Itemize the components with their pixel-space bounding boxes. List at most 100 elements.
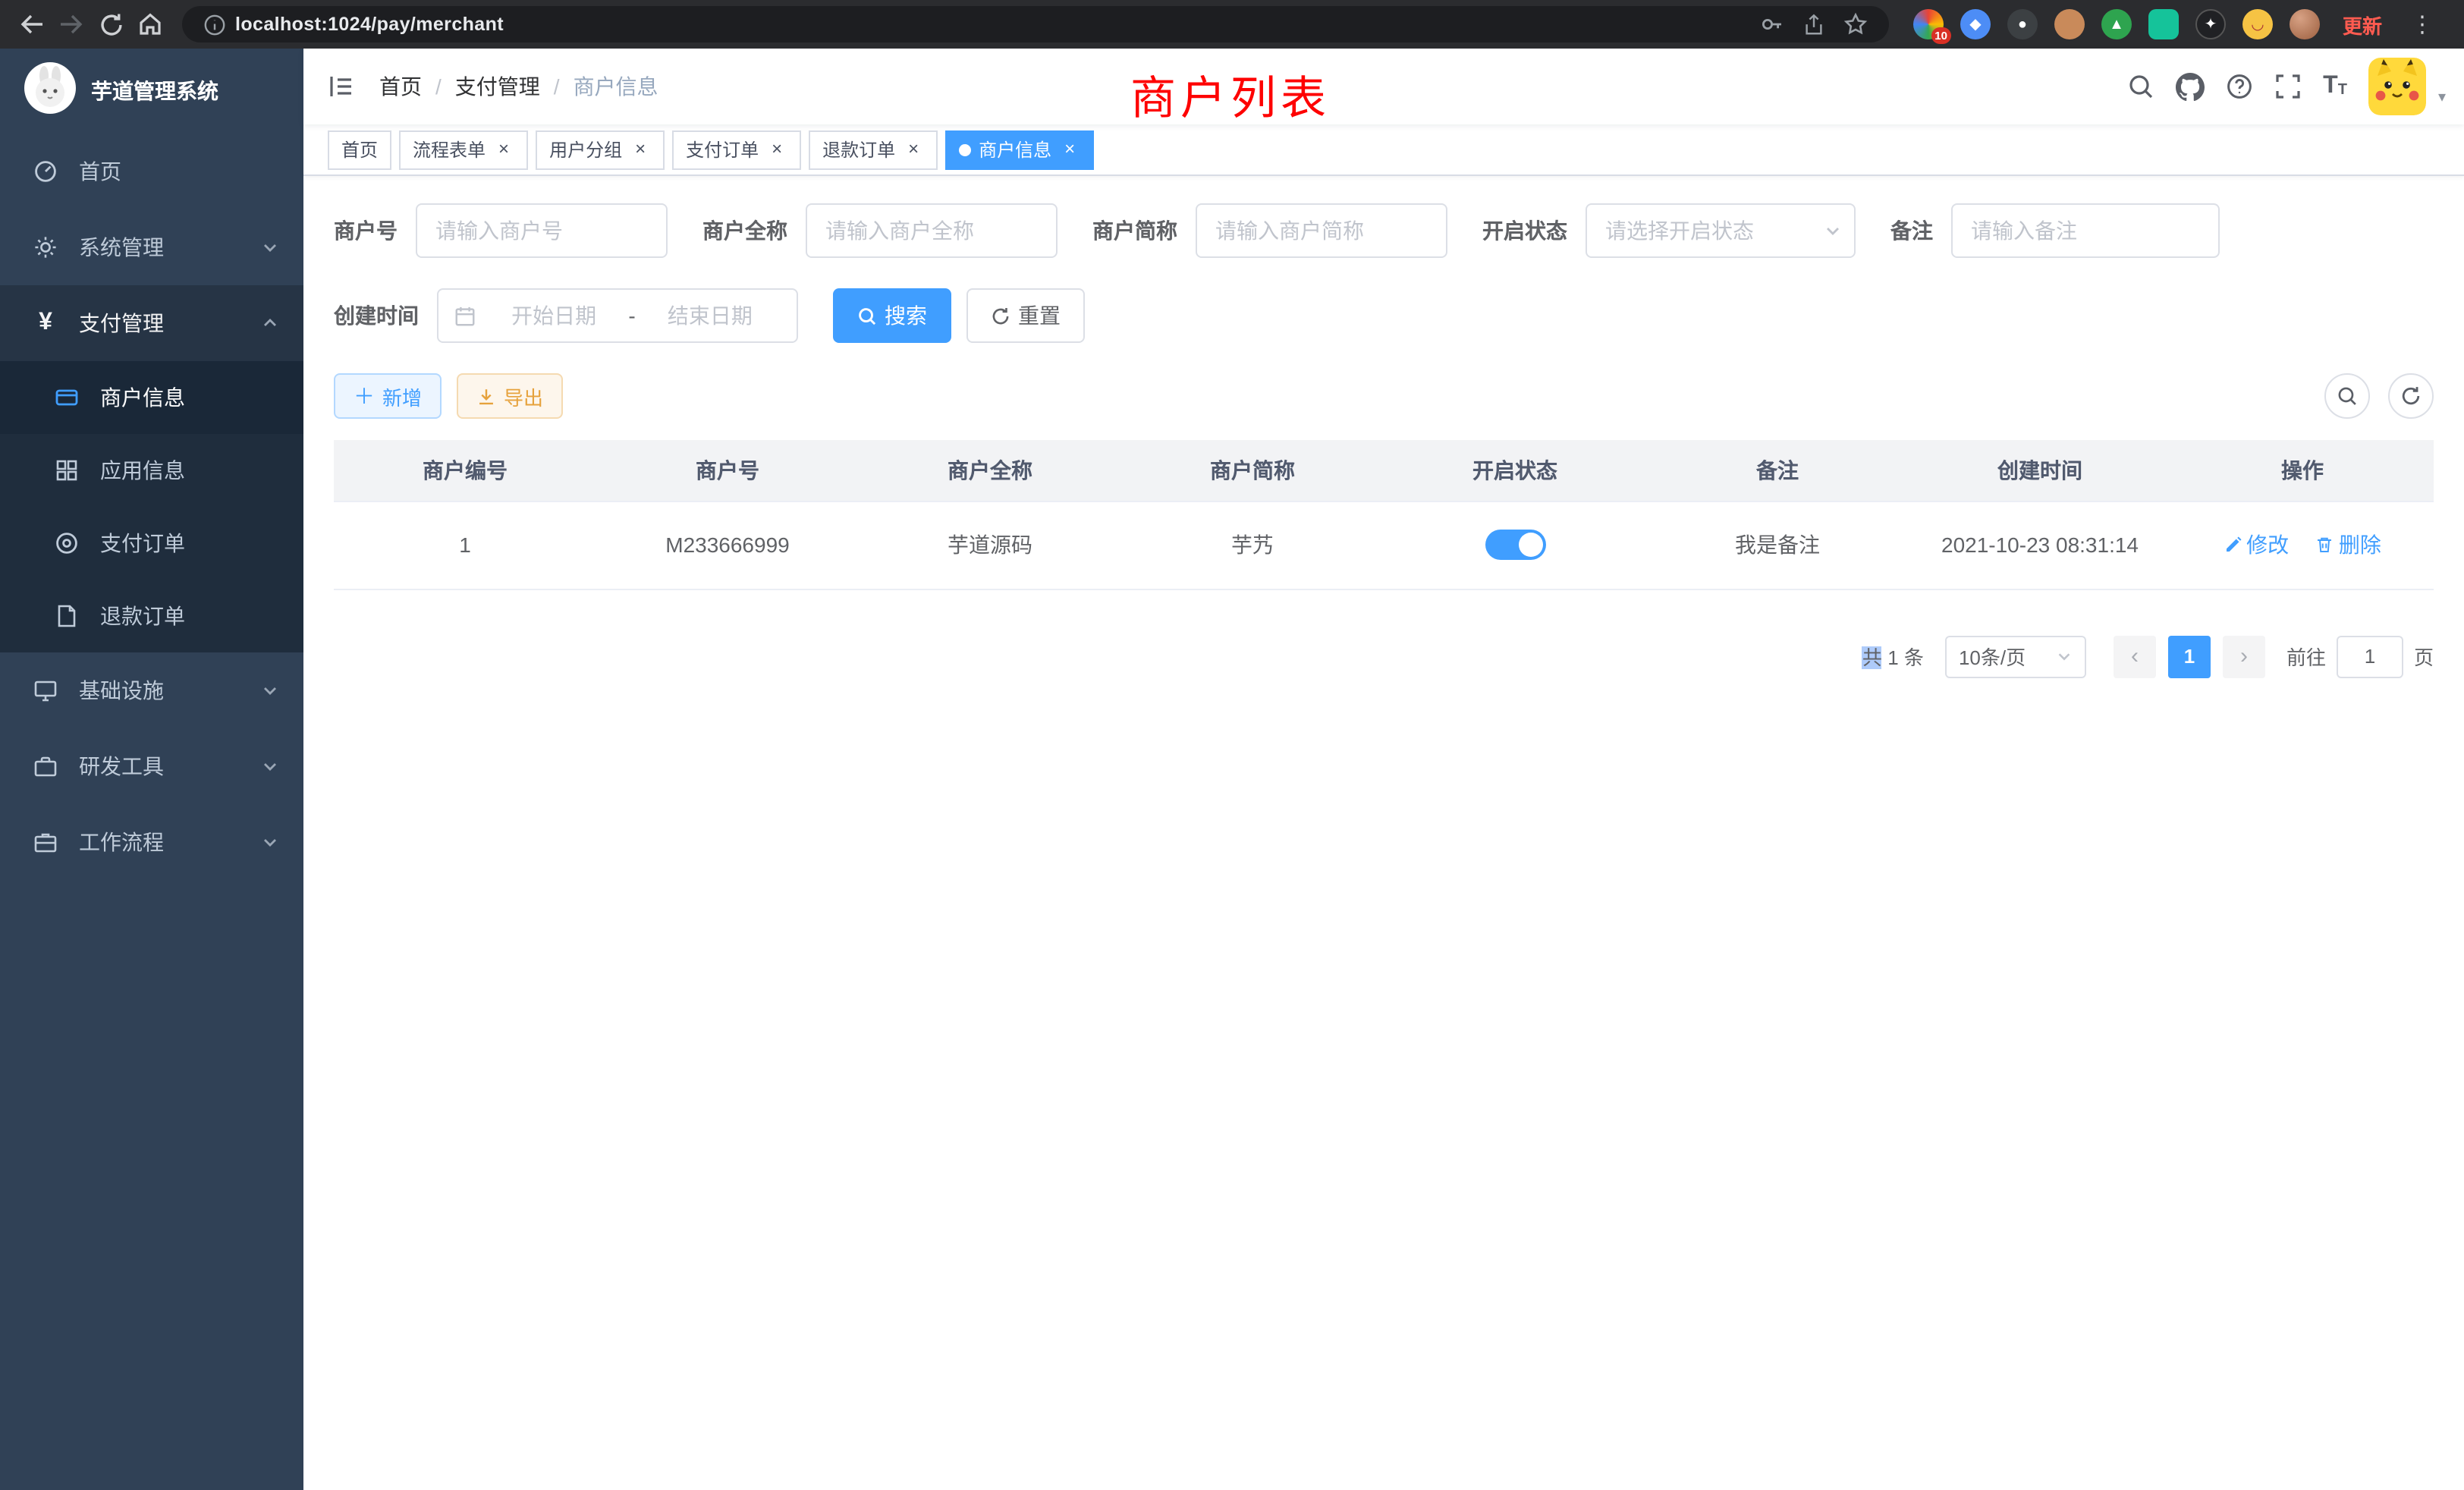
filter-row-1: 商户号 商户全称 商户简称 开启状态 bbox=[334, 203, 2434, 258]
tab-home[interactable]: 首页 bbox=[328, 130, 391, 169]
app-logo[interactable]: 芋道管理系统 bbox=[0, 49, 303, 134]
calendar-icon bbox=[454, 304, 476, 327]
cell-remark: 我是备注 bbox=[1646, 501, 1909, 589]
key-icon[interactable] bbox=[1760, 12, 1784, 36]
toggle-search-button[interactable] bbox=[2324, 373, 2370, 419]
extension-icon-4[interactable] bbox=[2054, 9, 2085, 39]
next-page-button[interactable]: › bbox=[2223, 635, 2265, 677]
extension-icon-3[interactable]: ● bbox=[2007, 9, 2038, 39]
hamburger-icon[interactable] bbox=[303, 49, 379, 124]
sidebar-item-label: 应用信息 bbox=[100, 455, 279, 486]
fullscreen-icon[interactable] bbox=[2274, 73, 2302, 100]
bookmark-star-icon[interactable] bbox=[1843, 12, 1868, 36]
cell-merchant-no: M233666999 bbox=[596, 501, 859, 589]
browser-menu-icon[interactable]: ⋮ bbox=[2411, 11, 2434, 38]
sidebar-item-refund-order[interactable]: 退款订单 bbox=[0, 580, 303, 652]
sidebar-item-pay-order[interactable]: 支付订单 bbox=[0, 507, 303, 580]
sidebar-item-dev-tools[interactable]: 研发工具 bbox=[0, 728, 303, 804]
sidebar-item-app-info[interactable]: 应用信息 bbox=[0, 434, 303, 507]
refresh-button[interactable] bbox=[2388, 373, 2434, 419]
extension-badge: 10 bbox=[1931, 27, 1951, 44]
remark-input[interactable] bbox=[1951, 203, 2220, 258]
sidebar-item-label: 系统管理 bbox=[79, 232, 261, 262]
sidebar-item-system[interactable]: 系统管理 bbox=[0, 209, 303, 285]
page-size-select[interactable]: 10条/页 bbox=[1945, 635, 2086, 677]
forward-icon[interactable] bbox=[52, 5, 91, 44]
extension-icon-5[interactable]: ▲ bbox=[2101, 9, 2132, 39]
url-text: localhost:1024/pay/merchant bbox=[235, 14, 1751, 35]
status-select-input[interactable] bbox=[1586, 203, 1856, 258]
add-button[interactable]: ＋ 新增 bbox=[334, 373, 442, 419]
sidebar-item-merchant-info[interactable]: 商户信息 bbox=[0, 361, 303, 434]
site-info-icon[interactable] bbox=[203, 13, 226, 36]
extension-icon-8[interactable]: ◡ bbox=[2242, 9, 2273, 39]
field-label: 商户号 bbox=[334, 215, 398, 246]
table-header-row: 商户编号 商户号 商户全称 商户简称 开启状态 备注 创建时间 操作 bbox=[334, 440, 2434, 501]
extension-icon-2[interactable]: ◆ bbox=[1960, 9, 1991, 39]
date-range-picker[interactable]: 开始日期 - 结束日期 bbox=[437, 288, 798, 343]
page-number-button[interactable]: 1 bbox=[2168, 635, 2211, 677]
tab-refund-order[interactable]: 退款订单× bbox=[809, 130, 938, 169]
jump-prefix: 前往 bbox=[2286, 642, 2326, 671]
sidebar-submenu: 商户信息 应用信息 支付订单 bbox=[0, 361, 303, 652]
reload-icon[interactable] bbox=[91, 5, 130, 44]
range-separator: - bbox=[625, 303, 638, 328]
sidebar-item-payment[interactable]: ¥ 支付管理 bbox=[0, 285, 303, 361]
back-icon[interactable] bbox=[12, 5, 52, 44]
delete-link[interactable]: 删除 bbox=[2316, 530, 2381, 560]
home-icon[interactable] bbox=[130, 5, 170, 44]
close-icon[interactable]: × bbox=[903, 139, 924, 160]
jump-page-input[interactable] bbox=[2337, 635, 2403, 677]
breadcrumb-home[interactable]: 首页 bbox=[379, 71, 422, 102]
tab-merchant-info[interactable]: 商户信息× bbox=[945, 130, 1094, 169]
sidebar-item-home[interactable]: 首页 bbox=[0, 134, 303, 209]
status-select[interactable] bbox=[1586, 203, 1856, 258]
edit-link[interactable]: 修改 bbox=[2224, 530, 2289, 560]
pagination: 共 1 条 10条/页 ‹ 1 › 前往 页 bbox=[334, 635, 2434, 677]
help-icon[interactable] bbox=[2226, 73, 2253, 100]
browser-update-button[interactable]: 更新 bbox=[2343, 10, 2382, 39]
sidebar: 芋道管理系统 首页 系统管理 bbox=[0, 49, 303, 1490]
user-avatar[interactable] bbox=[2368, 58, 2426, 115]
breadcrumb-separator: / bbox=[554, 74, 560, 99]
chevron-down-icon bbox=[261, 833, 279, 851]
close-icon[interactable]: × bbox=[630, 139, 651, 160]
export-button-label: 导出 bbox=[504, 382, 543, 410]
tab-user-group[interactable]: 用户分组× bbox=[536, 130, 665, 169]
export-button[interactable]: 导出 bbox=[457, 373, 563, 419]
download-icon bbox=[476, 386, 496, 406]
extension-icon-1[interactable]: 10 bbox=[1913, 9, 1944, 39]
share-icon[interactable] bbox=[1802, 13, 1825, 36]
reset-button[interactable]: 重置 bbox=[966, 288, 1085, 343]
edit-icon bbox=[2224, 536, 2242, 554]
tab-process-form[interactable]: 流程表单× bbox=[399, 130, 528, 169]
extension-icon-6[interactable] bbox=[2148, 9, 2179, 39]
chevron-down-icon bbox=[261, 757, 279, 775]
trash-icon bbox=[2316, 536, 2334, 554]
target-icon bbox=[52, 531, 82, 555]
sidebar-item-workflow[interactable]: 工作流程 bbox=[0, 804, 303, 880]
close-icon[interactable]: × bbox=[766, 139, 787, 160]
close-icon[interactable]: × bbox=[493, 139, 514, 160]
extension-icon-7[interactable]: ✦ bbox=[2195, 9, 2226, 39]
page-annotation: 商户列表 bbox=[1130, 61, 1331, 127]
sidebar-item-infrastructure[interactable]: 基础设施 bbox=[0, 652, 303, 728]
merchant-full-name-input[interactable] bbox=[806, 203, 1058, 258]
column-header: 商户简称 bbox=[1121, 440, 1384, 501]
merchant-no-input[interactable] bbox=[416, 203, 668, 258]
url-bar[interactable]: localhost:1024/pay/merchant bbox=[182, 6, 1889, 42]
sidebar-item-label: 商户信息 bbox=[100, 382, 279, 413]
search-icon[interactable] bbox=[2127, 73, 2154, 100]
font-size-icon[interactable]: TT bbox=[2323, 74, 2347, 99]
status-toggle[interactable] bbox=[1485, 530, 1545, 560]
close-icon[interactable]: × bbox=[1059, 139, 1080, 160]
github-icon[interactable] bbox=[2176, 72, 2205, 101]
prev-page-button[interactable]: ‹ bbox=[2114, 635, 2156, 677]
tab-pay-order[interactable]: 支付订单× bbox=[672, 130, 801, 169]
merchant-short-name-input[interactable] bbox=[1196, 203, 1447, 258]
dropdown-caret-icon[interactable]: ▾ bbox=[2438, 90, 2446, 106]
search-button[interactable]: 搜索 bbox=[833, 288, 951, 343]
browser-profile-avatar[interactable] bbox=[2290, 9, 2320, 39]
breadcrumb: 首页 / 支付管理 / 商户信息 bbox=[379, 71, 658, 102]
breadcrumb-payment[interactable]: 支付管理 bbox=[455, 71, 540, 102]
